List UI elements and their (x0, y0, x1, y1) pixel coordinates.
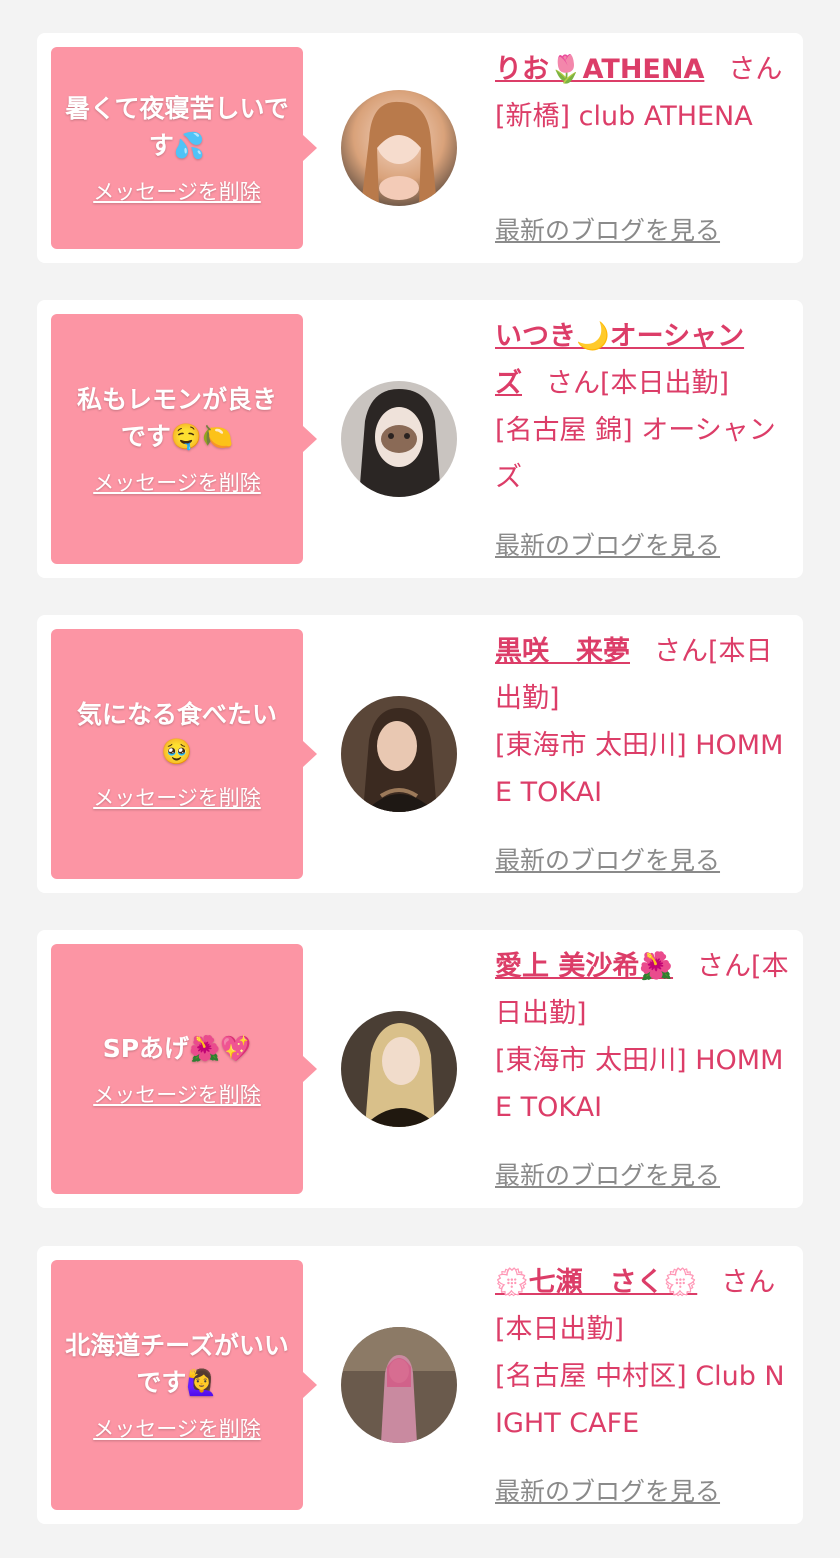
honorific: さん (546, 368, 600, 399)
cast-name-link[interactable]: 黒咲 来夢 (495, 636, 630, 667)
cast-name-link[interactable]: りお🌷ATHENA (495, 54, 704, 85)
attendance-status: [本日出勤] (600, 368, 730, 399)
latest-blog-link[interactable]: 最新のブログを見る (495, 1472, 720, 1508)
honorific: さん (654, 636, 708, 667)
message-bubble: 私もレモンが良きです🤤🍋 メッセージを削除 (51, 314, 317, 564)
cast-name-link[interactable]: 💮七瀬 さく💮 (495, 1267, 697, 1298)
message-bubble: 北海道チーズがいいです🙋‍♀️ メッセージを削除 (51, 1260, 317, 1510)
shop-name: [東海市 太田川] HOMME TOKAI (495, 730, 784, 808)
message-card: 気になる食べたい🥹 メッセージを削除 黒咲 来夢 さん[本日出勤] [東海市 太田… (37, 615, 803, 893)
latest-blog-link[interactable]: 最新のブログを見る (495, 211, 720, 247)
message-text: SPあげ🌺💖 (102, 1033, 252, 1063)
cast-avatar[interactable] (341, 90, 457, 206)
message-card: 暑くて夜寝苦しいです💦 メッセージを削除 りお🌷ATHENA さん [新橋] c… (37, 33, 803, 263)
message-card: 北海道チーズがいいです🙋‍♀️ メッセージを削除 💮七瀬 さく💮 さん [本日出勤]… (37, 1246, 803, 1524)
delete-message-link[interactable]: メッセージを削除 (93, 176, 261, 206)
message-list: 暑くて夜寝苦しいです💦 メッセージを削除 りお🌷ATHENA さん [新橋] c… (0, 0, 840, 1558)
honorific: さん (697, 951, 752, 982)
delete-message-link[interactable]: メッセージを削除 (93, 1079, 261, 1109)
cast-avatar[interactable] (341, 696, 457, 812)
latest-blog-link[interactable]: 最新のブログを見る (495, 1156, 720, 1192)
message-bubble: 気になる食べたい🥹 メッセージを削除 (51, 629, 317, 879)
attendance-status: [本日出勤] (495, 1314, 625, 1345)
latest-blog-link[interactable]: 最新のブログを見る (495, 841, 720, 877)
shop-name: [名古屋 錦] オーシャンズ (495, 415, 776, 493)
message-bubble: SPあげ🌺💖 メッセージを削除 (51, 944, 317, 1194)
cast-info: 黒咲 来夢 さん[本日出勤] [東海市 太田川] HOMME TOKAI (495, 628, 791, 816)
delete-message-link[interactable]: メッセージを削除 (93, 1413, 261, 1443)
message-bubble: 暑くて夜寝苦しいです💦 メッセージを削除 (51, 47, 317, 249)
honorific: さん (721, 1267, 776, 1298)
message-text: 北海道チーズがいいです🙋‍♀️ (65, 1331, 289, 1397)
honorific: さん (728, 54, 783, 85)
shop-name: [東海市 太田川] HOMME TOKAI (495, 1045, 784, 1123)
delete-message-link[interactable]: メッセージを削除 (93, 467, 261, 497)
shop-name: [名古屋 中村区] Club NIGHT CAFE (495, 1361, 785, 1439)
message-text: 私もレモンが良きです🤤🍋 (76, 385, 277, 451)
delete-message-link[interactable]: メッセージを削除 (93, 782, 261, 812)
latest-blog-link[interactable]: 最新のブログを見る (495, 526, 720, 562)
cast-avatar[interactable] (341, 381, 457, 497)
cast-info: 💮七瀬 さく💮 さん [本日出勤] [名古屋 中村区] Club NIGHT CAF… (495, 1259, 791, 1447)
cast-info: 愛上 美沙希🌺 さん[本日出勤] [東海市 太田川] HOMME TOKAI (495, 943, 791, 1131)
cast-avatar[interactable] (341, 1327, 457, 1443)
message-card: 私もレモンが良きです🤤🍋 メッセージを削除 いつき🌙オーシャンズ さん[本日出勤]… (37, 300, 803, 578)
message-text: 暑くて夜寝苦しいです💦 (65, 94, 289, 160)
cast-name-link[interactable]: 愛上 美沙希🌺 (495, 951, 673, 982)
cast-info: いつき🌙オーシャンズ さん[本日出勤] [名古屋 錦] オーシャンズ (495, 313, 791, 501)
cast-info: りお🌷ATHENA さん [新橋] club ATHENA (495, 46, 791, 140)
shop-name: [新橋] club ATHENA (495, 101, 753, 132)
cast-avatar[interactable] (341, 1011, 457, 1127)
message-card: SPあげ🌺💖 メッセージを削除 愛上 美沙希🌺 さん[本日出勤] [東海市 太田川… (37, 930, 803, 1208)
message-text: 気になる食べたい🥹 (76, 700, 277, 766)
